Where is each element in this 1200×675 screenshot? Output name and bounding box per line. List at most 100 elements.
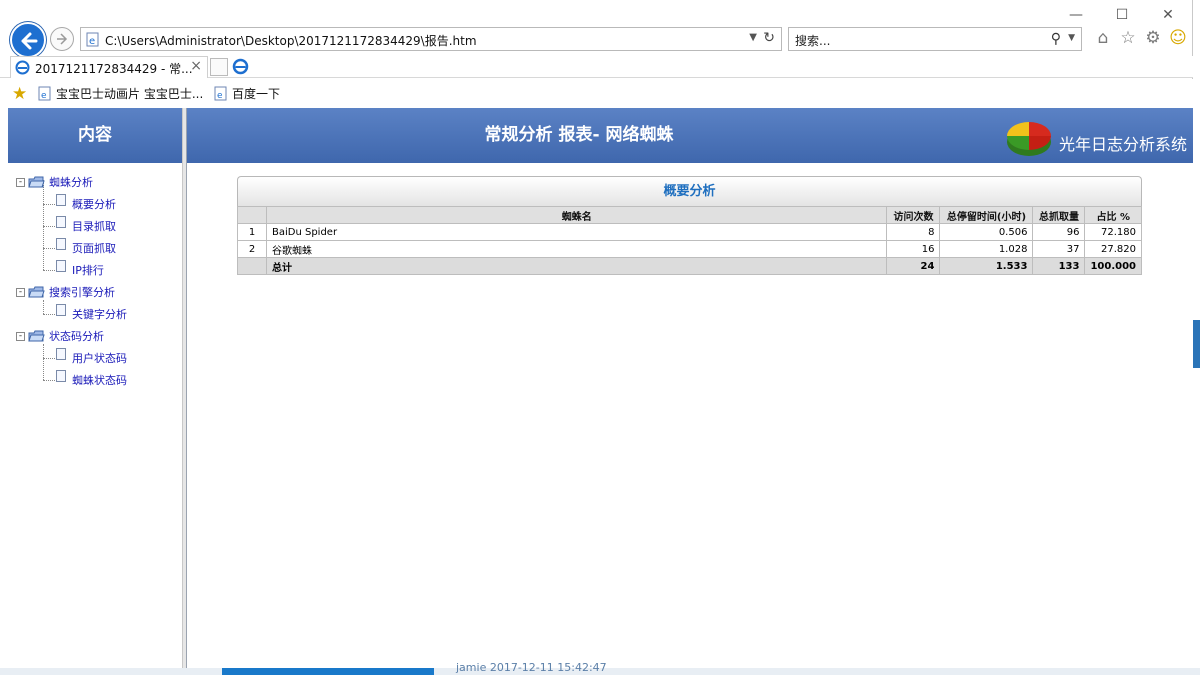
report-header: 常规分析 报表- 网络蜘蛛 光年日志分析系统 bbox=[187, 108, 1193, 163]
tree-item-ip-rank[interactable]: IP排行 bbox=[56, 260, 104, 278]
tree-item-pages[interactable]: 页面抓取 bbox=[56, 238, 116, 256]
tree-group-spider[interactable]: - 蜘蛛分析 bbox=[16, 174, 93, 190]
table-row: 2 谷歌蜘蛛 16 1.028 37 27.820 bbox=[237, 240, 1142, 258]
favorite-link-1[interactable]: e 宝宝巴士动画片 宝宝巴士... bbox=[38, 85, 203, 102]
tree-connector bbox=[43, 270, 57, 271]
address-bar[interactable]: e C:\Users\Administrator\Desktop\2017121… bbox=[80, 27, 782, 51]
tree-group-label[interactable]: 搜索引擎分析 bbox=[49, 284, 115, 300]
summary-table: 蜘蛛名 访问次数 总停留时间(小时) 总抓取量 占比 % 1 BaiDu Spi… bbox=[237, 206, 1142, 275]
tree-connector bbox=[43, 204, 57, 205]
background-taskbar-segment bbox=[222, 668, 434, 675]
report-page: 内容 - 蜘蛛分析 概要分析 目录抓取 页面抓取 IP排行 - 搜索引擎分析 关… bbox=[0, 108, 1193, 668]
document-icon bbox=[56, 348, 66, 360]
search-input[interactable]: 搜索... bbox=[795, 32, 830, 49]
table-row: 1 BaiDu Spider 8 0.506 96 72.180 bbox=[237, 223, 1142, 241]
svg-text:e: e bbox=[89, 36, 95, 47]
toolbar-icons: ⌂ ☆ ⚙ ☺ bbox=[1094, 29, 1187, 47]
search-icon[interactable]: ⚲ bbox=[1051, 31, 1061, 47]
tree-item-label[interactable]: IP排行 bbox=[72, 262, 104, 278]
tree-item-label[interactable]: 页面抓取 bbox=[72, 240, 116, 256]
page-title: 常规分析 报表- 网络蜘蛛 bbox=[484, 125, 674, 145]
tree-item-label[interactable]: 关键字分析 bbox=[72, 306, 127, 322]
forward-arrow-icon bbox=[57, 33, 68, 45]
tree-item-label[interactable]: 目录抓取 bbox=[72, 218, 116, 234]
document-icon bbox=[56, 260, 66, 272]
svg-text:e: e bbox=[217, 91, 223, 101]
favorite-label: 百度一下 bbox=[232, 87, 281, 101]
spider-name: 谷歌蜘蛛 bbox=[265, 240, 888, 258]
close-icon[interactable]: ✕ bbox=[1157, 6, 1179, 24]
tree-group-label[interactable]: 状态码分析 bbox=[49, 328, 104, 344]
tree-item-spider-status[interactable]: 蜘蛛状态码 bbox=[56, 370, 127, 388]
svg-text:e: e bbox=[41, 91, 47, 101]
tree-item-user-status[interactable]: 用户状态码 bbox=[56, 348, 127, 366]
new-tab-button[interactable] bbox=[210, 58, 228, 76]
search-box[interactable]: 搜索... ⚲ ▼ bbox=[788, 27, 1082, 51]
tree-connector bbox=[43, 300, 44, 314]
tree-item-overview[interactable]: 概要分析 bbox=[56, 194, 116, 212]
document-icon bbox=[56, 194, 66, 206]
col-visits: 访问次数 bbox=[886, 206, 941, 224]
spider-name: BaiDu Spider bbox=[265, 223, 888, 241]
background-text: jamie 2017-12-11 15:42:47 bbox=[456, 661, 607, 674]
folder-open-icon bbox=[28, 286, 45, 298]
tree-connector bbox=[43, 380, 57, 381]
page-favicon-icon: e bbox=[86, 32, 99, 47]
feedback-smiley-icon[interactable]: ☺ bbox=[1169, 29, 1187, 47]
col-spider-name: 蜘蛛名 bbox=[265, 206, 888, 224]
refresh-icon[interactable]: ↻ bbox=[763, 30, 775, 46]
title-bar: — ☐ ✕ e C:\Users\Administrator\Desktop\2… bbox=[0, 0, 1193, 58]
tab-report[interactable]: 2017121172834429 - 常... × bbox=[10, 56, 208, 78]
total-label: 总计 bbox=[265, 257, 888, 275]
document-icon bbox=[56, 370, 66, 382]
collapse-icon[interactable]: - bbox=[16, 331, 25, 341]
tree-connector bbox=[43, 180, 44, 270]
back-arrow-icon bbox=[21, 32, 38, 50]
folder-open-icon bbox=[28, 176, 45, 188]
pie-logo-icon bbox=[1007, 122, 1051, 156]
brand: 光年日志分析系统 bbox=[1005, 116, 1187, 160]
favorites-star-icon[interactable]: ☆ bbox=[1119, 29, 1137, 47]
maximize-icon[interactable]: ☐ bbox=[1111, 6, 1133, 24]
page-icon: e bbox=[214, 86, 227, 101]
visits-value: 8 bbox=[886, 223, 941, 241]
window-controls: — ☐ ✕ bbox=[1065, 6, 1179, 24]
tree-item-label[interactable]: 概要分析 bbox=[72, 196, 116, 212]
tree-connector bbox=[43, 344, 44, 380]
ie-icon bbox=[15, 60, 30, 75]
tree-connector bbox=[43, 358, 57, 359]
tree-item-directory[interactable]: 目录抓取 bbox=[56, 216, 116, 234]
background-window-edge bbox=[1193, 320, 1200, 368]
total-row: 总计 24 1.533 133 100.000 bbox=[237, 257, 1142, 275]
row-index bbox=[237, 257, 267, 275]
tree-connector bbox=[43, 248, 57, 249]
favorite-link-2[interactable]: e 百度一下 bbox=[214, 85, 280, 102]
sidebar: 内容 - 蜘蛛分析 概要分析 目录抓取 页面抓取 IP排行 - 搜索引擎分析 关… bbox=[8, 108, 182, 668]
search-dropdown-icon[interactable]: ▼ bbox=[1068, 33, 1075, 43]
home-icon[interactable]: ⌂ bbox=[1094, 29, 1112, 47]
total-percent: 100.000 bbox=[1084, 257, 1142, 275]
tree-item-label[interactable]: 蜘蛛状态码 bbox=[72, 372, 127, 388]
summary-title: 概要分析 bbox=[237, 176, 1142, 206]
collapse-icon[interactable]: - bbox=[16, 177, 25, 187]
visits-value: 16 bbox=[886, 240, 941, 258]
main-frame: 常规分析 报表- 网络蜘蛛 光年日志分析系统 概要分析 蜘蛛名 访问次数 总停留… bbox=[187, 108, 1193, 668]
tree-group-search-engine[interactable]: - 搜索引擎分析 bbox=[16, 284, 115, 300]
minimize-icon[interactable]: — bbox=[1065, 6, 1087, 24]
forward-button[interactable] bbox=[50, 27, 74, 51]
tree-group-status-code[interactable]: - 状态码分析 bbox=[16, 328, 104, 344]
collapse-icon[interactable]: - bbox=[16, 287, 25, 297]
row-index: 1 bbox=[237, 223, 267, 241]
favorites-icon[interactable]: ★ bbox=[12, 84, 27, 104]
hours-value: 1.028 bbox=[939, 240, 1034, 258]
tree-item-keywords[interactable]: 关键字分析 bbox=[56, 304, 127, 322]
back-button[interactable] bbox=[10, 22, 46, 58]
tree-item-label[interactable]: 用户状态码 bbox=[72, 350, 127, 366]
gear-icon[interactable]: ⚙ bbox=[1144, 29, 1162, 47]
tree-group-label[interactable]: 蜘蛛分析 bbox=[49, 174, 93, 190]
tab-close-icon[interactable]: × bbox=[190, 58, 202, 74]
browser-window: — ☐ ✕ e C:\Users\Administrator\Desktop\2… bbox=[0, 0, 1193, 668]
favorite-label: 宝宝巴士动画片 宝宝巴士... bbox=[56, 87, 204, 101]
address-dropdown-icon[interactable]: ▼ bbox=[749, 32, 757, 43]
ie-new-tab-icon[interactable] bbox=[232, 58, 249, 75]
